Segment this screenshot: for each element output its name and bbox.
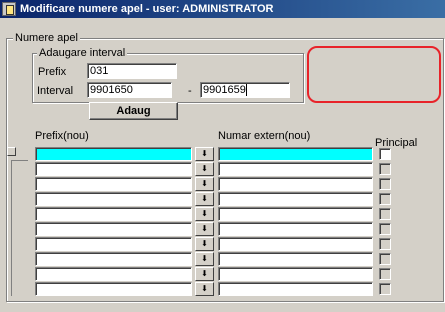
interval-to-value: 9901659 (203, 84, 247, 96)
main-group-label: Numere apel (13, 32, 80, 44)
prefix-cell[interactable] (35, 222, 192, 236)
prefix-input[interactable]: 031 (87, 63, 177, 79)
list-arrow-icon[interactable]: ⬇ (195, 282, 214, 296)
interval-group-label: Adaugare interval (37, 47, 128, 59)
principal-checkbox[interactable] (379, 148, 391, 160)
principal-checkbox[interactable] (379, 238, 391, 250)
record-indicator[interactable] (7, 147, 16, 156)
grid-left-divider (11, 160, 28, 161)
interval-to-input[interactable]: 9901659 (200, 82, 290, 98)
interval-from-input[interactable]: 9901650 (87, 82, 172, 98)
add-interval-button[interactable]: Adaug (89, 102, 178, 120)
list-arrow-icon[interactable]: ⬇ (195, 237, 214, 251)
interval-separator: - (188, 85, 192, 97)
principal-checkbox[interactable] (379, 283, 391, 295)
prefix-cell[interactable] (35, 282, 192, 296)
list-arrow-icon[interactable]: ⬇ (195, 162, 214, 176)
external-number-cell[interactable] (218, 222, 373, 236)
interval-label: Interval (37, 85, 74, 97)
external-number-cell[interactable] (218, 237, 373, 251)
column-header-external: Numar extern(nou) (218, 130, 311, 142)
external-number-cell[interactable] (218, 267, 373, 281)
external-number-cell[interactable] (218, 282, 373, 296)
principal-checkbox[interactable] (379, 178, 391, 190)
principal-checkbox[interactable] (379, 253, 391, 265)
list-arrow-icon[interactable]: ⬇ (195, 207, 214, 221)
external-number-cell[interactable] (218, 162, 373, 176)
grid-scroll-track[interactable] (11, 160, 12, 296)
principal-checkbox[interactable] (379, 163, 391, 175)
list-arrow-icon[interactable]: ⬇ (195, 192, 214, 206)
external-number-cell[interactable] (218, 207, 373, 221)
window-title: Modificare numere apel - user: ADMINISTR… (20, 3, 274, 15)
prefix-cell[interactable] (35, 207, 192, 221)
list-arrow-icon[interactable]: ⬇ (195, 177, 214, 191)
prefix-cell[interactable] (35, 252, 192, 266)
prefix-label: Prefix (38, 66, 67, 78)
list-arrow-icon[interactable]: ⬇ (195, 147, 214, 161)
form-icon (2, 2, 16, 16)
external-number-cell[interactable] (218, 252, 373, 266)
principal-checkbox[interactable] (379, 223, 391, 235)
list-arrow-icon[interactable]: ⬇ (195, 252, 214, 266)
prefix-cell[interactable] (35, 147, 192, 161)
highlight-annotation (307, 46, 441, 103)
principal-checkbox[interactable] (379, 268, 391, 280)
prefix-cell[interactable] (35, 267, 192, 281)
prefix-cell[interactable] (35, 162, 192, 176)
list-arrow-icon[interactable]: ⬇ (195, 222, 214, 236)
external-number-cell[interactable] (218, 147, 373, 161)
external-number-cell[interactable] (218, 177, 373, 191)
principal-checkbox[interactable] (379, 193, 391, 205)
prefix-cell[interactable] (35, 237, 192, 251)
column-header-prefix: Prefix(nou) (35, 130, 89, 142)
window-titlebar[interactable]: Modificare numere apel - user: ADMINISTR… (0, 0, 445, 18)
list-arrow-icon[interactable]: ⬇ (195, 267, 214, 281)
principal-checkbox[interactable] (379, 208, 391, 220)
external-number-cell[interactable] (218, 192, 373, 206)
prefix-cell[interactable] (35, 192, 192, 206)
prefix-cell[interactable] (35, 177, 192, 191)
